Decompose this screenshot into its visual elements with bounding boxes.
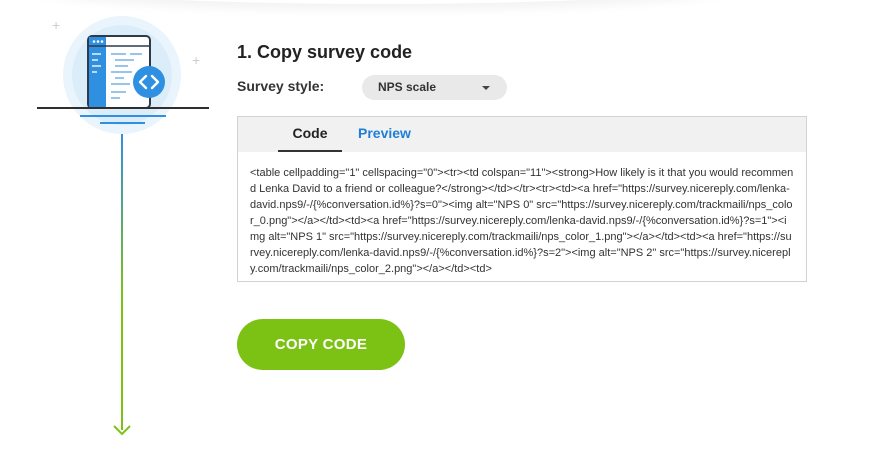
survey-style-label: Survey style: bbox=[237, 78, 325, 94]
copy-code-button[interactable]: COPY CODE bbox=[237, 319, 405, 370]
sparkle-icon: + bbox=[192, 52, 201, 68]
chevron-down-icon bbox=[482, 86, 490, 90]
tab-code[interactable]: Code bbox=[278, 117, 342, 152]
code-brackets-icon bbox=[133, 66, 165, 98]
code-tabs: Code Preview bbox=[238, 117, 806, 152]
sparkle-icon: + bbox=[52, 17, 61, 33]
tab-preview[interactable]: Preview bbox=[358, 117, 411, 150]
code-illustration: + + bbox=[0, 0, 230, 454]
illustration-underline bbox=[80, 115, 166, 117]
arrow-down-icon bbox=[113, 425, 131, 436]
step-title: 1. Copy survey code bbox=[237, 42, 413, 62]
code-panel: Code Preview <table cellpadding="1" cell… bbox=[237, 116, 807, 282]
flow-line bbox=[121, 134, 123, 430]
survey-style-select[interactable]: NPS scale bbox=[362, 75, 507, 100]
illustration-underline bbox=[100, 122, 145, 124]
code-snippet[interactable]: <table cellpadding="1" cellspacing="0"><… bbox=[250, 165, 795, 281]
illustration-baseline bbox=[37, 107, 209, 109]
survey-style-value: NPS scale bbox=[378, 80, 437, 94]
